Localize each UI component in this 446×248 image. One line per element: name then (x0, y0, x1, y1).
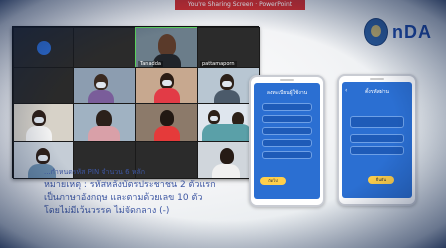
input-field[interactable] (262, 115, 312, 123)
participant-tile[interactable] (73, 103, 137, 143)
emblem-icon (364, 18, 388, 46)
phone-title: ตั้งรหัสผ่าน (365, 89, 389, 95)
participant-tile[interactable] (135, 103, 199, 143)
phone-mockup-register: ลงทะเบียนผู้ใช้งาน ถัดไป (249, 75, 325, 207)
screen-share-banner: You're Sharing Screen · PowerPoint (175, 0, 305, 10)
input-field[interactable] (262, 103, 312, 111)
pin-field[interactable] (350, 116, 404, 128)
avatar-icon (37, 41, 51, 55)
participant-tile-active[interactable]: Tanadda (135, 27, 199, 69)
participant-tile[interactable] (13, 103, 75, 143)
phone-title: ลงทะเบียนผู้ใช้งาน (266, 90, 308, 96)
phone-screen: ‹ ตั้งรหัสผ่าน ยืนยัน (342, 82, 412, 198)
next-button[interactable]: ถัดไป (260, 177, 286, 185)
confirm-button[interactable]: ยืนยัน (368, 176, 394, 184)
brand-logo: nDA (360, 14, 446, 58)
participant-tile[interactable] (73, 67, 137, 105)
participant-tile[interactable] (13, 27, 75, 69)
video-gallery: Tanadda pattamaporn (12, 26, 260, 179)
input-field[interactable] (262, 127, 312, 135)
participant-tile[interactable] (73, 27, 137, 69)
participant-tile[interactable] (13, 67, 75, 105)
participant-tile[interactable]: pattamaporn (197, 27, 260, 69)
input-field[interactable] (262, 139, 312, 147)
input-field[interactable] (262, 151, 312, 159)
brand-wordmark: nDA (392, 22, 432, 42)
photo-background: You're Sharing Screen · PowerPoint nDA T… (0, 0, 446, 248)
phone-screen: ลงทะเบียนผู้ใช้งาน ถัดไป (254, 83, 320, 199)
pin-field[interactable] (350, 134, 404, 143)
pin-field-confirm[interactable] (350, 146, 404, 155)
phone-mockup-password: ‹ ตั้งรหัสผ่าน ยืนยัน (337, 74, 417, 206)
participant-tile[interactable] (135, 67, 199, 105)
